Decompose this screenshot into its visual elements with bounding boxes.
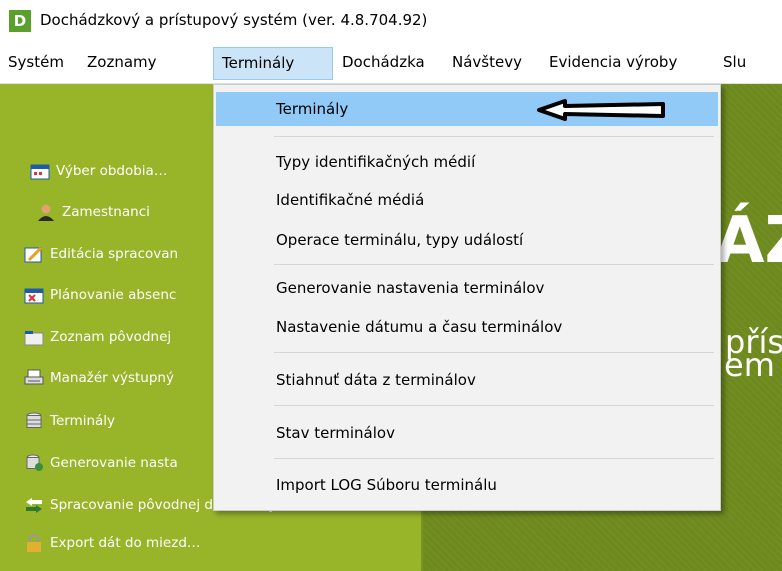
sidebar-item-generovanie-nastavenia[interactable]: Generovanie nasta [24, 451, 178, 475]
sidebar-item-manazer-vystupnych[interactable]: Manažér výstupný [24, 366, 174, 390]
sidebar-item-editacia[interactable]: Editácia spracovan [24, 242, 178, 266]
sidebar-item-label: Editácia spracovan [50, 246, 179, 262]
sidebar-item-label: Terminály [50, 413, 116, 429]
window-title: Dochádzkový a prístupový systém (ver. 4.… [40, 11, 428, 29]
sidebar-item-label: Plánovanie absenc [50, 287, 177, 303]
menu-item-import-log[interactable]: Import LOG Súboru terminálu [216, 468, 718, 502]
transfer-arrows-icon [24, 496, 44, 514]
menu-separator [274, 405, 714, 406]
folder-icon [24, 328, 44, 346]
main-banner-text-2: em [724, 346, 775, 384]
menu-dochadzka[interactable]: Dochádzka [334, 47, 433, 80]
database-icon [24, 412, 44, 430]
calendar-icon [30, 162, 50, 180]
sidebar-item-export-miezd[interactable]: Export dát do miezd… [24, 531, 200, 555]
edit-icon [24, 245, 44, 263]
sidebar-item-planovanie-absencii[interactable]: Plánovanie absenc [24, 283, 176, 307]
menu-separator [274, 264, 714, 265]
menu-terminaly[interactable]: Terminály [213, 47, 333, 80]
menu-sluzby[interactable]: Slu [715, 47, 754, 80]
app-icon: D [9, 10, 31, 32]
title-bar: D Dochádzkový a prístupový systém (ver. … [0, 0, 782, 41]
main-banner-letters: ÁZ [715, 204, 782, 278]
absence-calendar-icon [24, 286, 44, 304]
menu-item-nastavenie-datumu-casu[interactable]: Nastavenie dátumu a času terminálov [216, 310, 718, 344]
menu-item-identifikacne-media[interactable]: Identifikačné médiá [216, 183, 718, 217]
sidebar-item-label: Výber obdobia… [56, 163, 168, 179]
menu-separator [274, 136, 714, 137]
lock-icon [24, 534, 44, 552]
menu-navstevy[interactable]: Návštevy [444, 47, 530, 80]
sidebar-item-zamestnanci[interactable]: Zamestnanci [36, 200, 150, 224]
printer-icon [24, 369, 44, 387]
sidebar-item-terminaly[interactable]: Terminály [24, 409, 115, 433]
menu-separator [274, 458, 714, 459]
menu-item-operace-terminalu[interactable]: Operace terminálu, typy událostí [216, 223, 718, 257]
menu-item-generovanie-nastavenia[interactable]: Generovanie nastavenia terminálov [216, 271, 718, 305]
person-icon [36, 203, 56, 221]
arrow-annotation [537, 99, 665, 121]
menu-evidencia-vyroby[interactable]: Evidencia výroby [541, 47, 685, 80]
menu-item-stav-terminalov[interactable]: Stav terminálov [216, 416, 718, 450]
sidebar-item-label: Export dát do miezd… [50, 535, 201, 551]
menu-zoznamy[interactable]: Zoznamy [79, 47, 165, 80]
sidebar-item-label: Zoznam pôvodnej [50, 329, 172, 345]
sidebar-item-label: Generovanie nasta [50, 455, 178, 471]
database-gear-icon [24, 454, 44, 472]
menu-item-typy-identifikacnych-medii[interactable]: Typy identifikačných médií [216, 145, 718, 179]
sidebar-item-zoznam-povodnej[interactable]: Zoznam pôvodnej [24, 325, 171, 349]
sidebar-item-label: Manažér výstupný [50, 370, 174, 386]
sidebar-item-vyber-obdobia[interactable]: Výber obdobia… [30, 159, 167, 183]
sidebar-item-label: Zamestnanci [62, 204, 150, 220]
menu-bar: Systém Zoznamy Terminály Dochádzka Návšt… [0, 41, 782, 84]
menu-item-stiahnut-data[interactable]: Stiahnuť dáta z terminálov [216, 363, 718, 397]
terminaly-dropdown-menu: Terminály Typy identifikačných médií Ide… [213, 84, 721, 511]
menu-separator [274, 352, 714, 353]
menu-system[interactable]: Systém [0, 47, 72, 80]
